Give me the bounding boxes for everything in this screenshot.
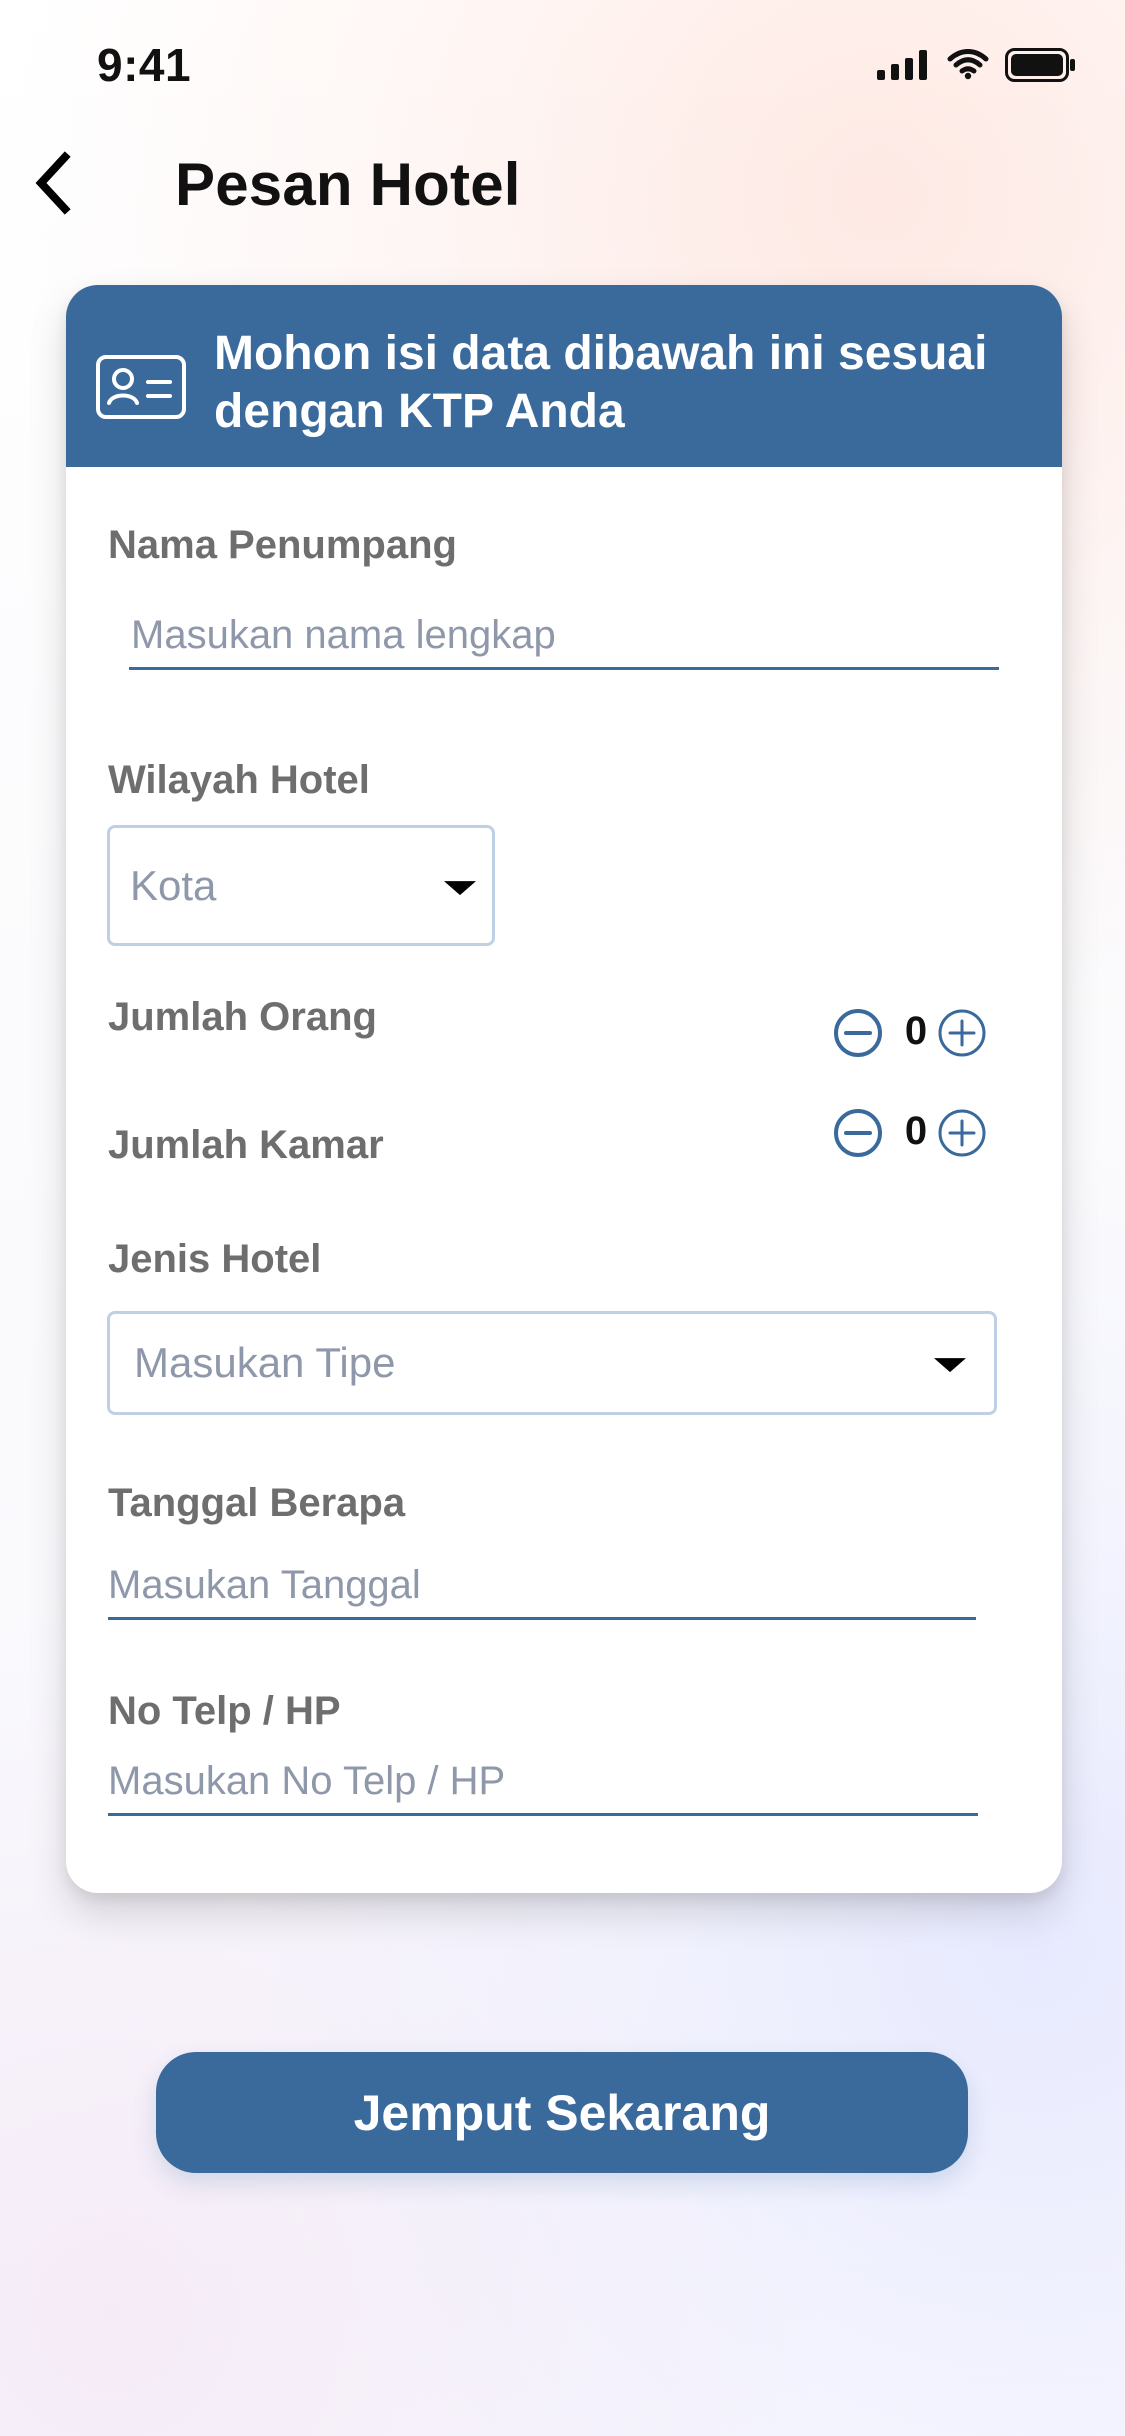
jumlah-orang-label: Jumlah Orang <box>108 995 377 1039</box>
id-card-icon <box>96 355 186 419</box>
nama-penumpang-input[interactable] <box>129 603 999 670</box>
wilayah-hotel-label: Wilayah Hotel <box>108 758 370 802</box>
back-button[interactable] <box>18 148 88 218</box>
tanggal-input[interactable] <box>108 1553 976 1620</box>
form-banner: Mohon isi data dibawah ini sesuai dengan… <box>66 285 1062 467</box>
jumlah-orang-stepper: 0 <box>832 1003 1002 1063</box>
phone-input[interactable] <box>108 1749 978 1816</box>
jenis-hotel-select[interactable]: Masukan Tipe <box>107 1311 997 1415</box>
chevron-down-icon <box>444 880 476 895</box>
submit-button[interactable]: Jemput Sekarang <box>156 2052 968 2173</box>
tanggal-berapa-label: Tanggal Berapa <box>108 1481 406 1525</box>
jumlah-kamar-label: Jumlah Kamar <box>108 1123 384 1167</box>
minus-circle-icon[interactable] <box>832 1107 884 1159</box>
booking-form-card: Mohon isi data dibawah ini sesuai dengan… <box>66 285 1062 1893</box>
jenis-hotel-label: Jenis Hotel <box>108 1237 322 1281</box>
plus-circle-icon[interactable] <box>936 1007 988 1059</box>
chevron-down-icon <box>934 1358 966 1373</box>
plus-circle-icon[interactable] <box>936 1107 988 1159</box>
header: Pesan Hotel <box>0 130 1125 240</box>
status-bar: 9:41 <box>0 0 1125 120</box>
minus-circle-icon[interactable] <box>832 1007 884 1059</box>
wifi-icon <box>947 49 989 80</box>
no-telp-label: No Telp / HP <box>108 1689 341 1733</box>
nama-penumpang-label: Nama Penumpang <box>108 523 457 567</box>
jumlah-kamar-value: 0 <box>904 1109 928 1153</box>
status-icons <box>877 48 1077 90</box>
banner-text: Mohon isi data dibawah ini sesuai dengan… <box>214 327 988 438</box>
jumlah-orang-value: 0 <box>904 1009 928 1053</box>
signal-icon <box>877 50 927 80</box>
jenis-hotel-selected-value: Masukan Tipe <box>134 1339 396 1386</box>
page-title: Pesan Hotel <box>175 151 521 218</box>
status-time: 9:41 <box>97 39 192 91</box>
wilayah-hotel-select[interactable]: Kota <box>107 825 495 946</box>
jumlah-kamar-stepper: 0 <box>832 1103 1002 1163</box>
battery-icon <box>1005 48 1075 82</box>
wilayah-hotel-selected-value: Kota <box>130 861 217 909</box>
submit-button-label: Jemput Sekarang <box>353 2084 771 2141</box>
chevron-left-icon <box>35 151 71 215</box>
